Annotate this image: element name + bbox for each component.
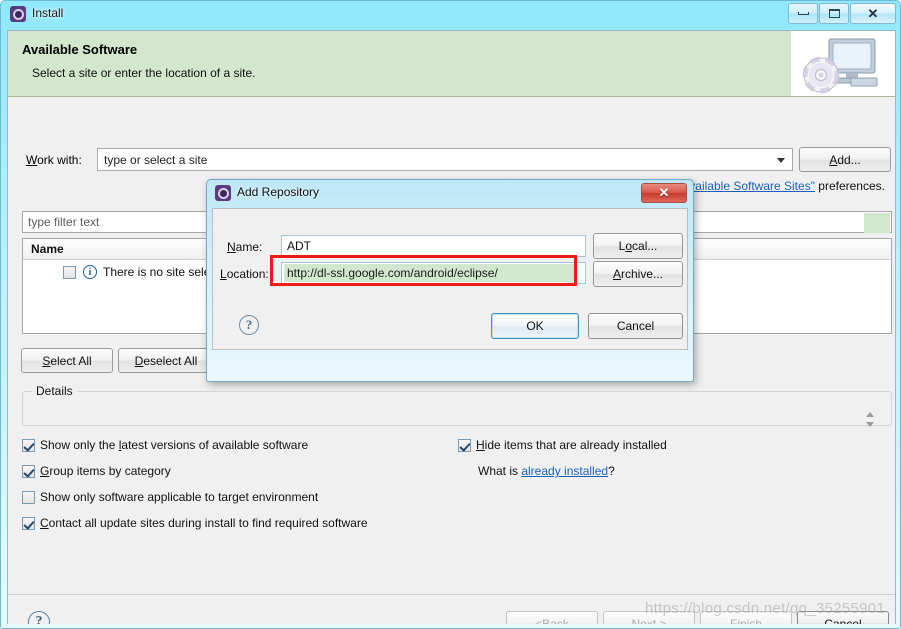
details-panel	[22, 391, 892, 426]
checkbox-box[interactable]	[458, 438, 471, 452]
already-installed-link[interactable]: already installed	[521, 464, 608, 478]
location-field-value: http://dl-ssl.google.com/android/eclipse…	[284, 264, 574, 282]
close-button[interactable]: ✕	[850, 3, 896, 24]
chevron-down-icon[interactable]	[777, 158, 785, 163]
checkbox-group-by-category[interactable]: Group items by category	[22, 464, 171, 478]
archive-button[interactable]: Archive...	[593, 261, 683, 287]
window-controls: ✕	[787, 3, 896, 24]
checkbox-show-latest-versions[interactable]: Show only the latest versions of availab…	[22, 438, 308, 452]
eclipse-gear-icon	[215, 185, 231, 201]
ok-button[interactable]: OK	[491, 313, 579, 339]
window-title: Install	[32, 6, 64, 20]
work-with-combo[interactable]: type or select a site	[97, 148, 793, 171]
add-button[interactable]: Add...	[799, 147, 891, 172]
wizard-banner: Available Software Select a site or ente…	[8, 31, 895, 97]
name-field-value: ADT	[287, 239, 311, 253]
what-is-suffix: ?	[608, 464, 615, 478]
add-repository-dialog: Add Repository ✕ Name: ADT Location: htt…	[206, 179, 694, 382]
checkbox-label: Contact all update sites during install …	[40, 516, 368, 530]
checkbox-label: Show only software applicable to target …	[40, 490, 319, 504]
watermark-text: https://blog.csdn.net/qq_35255901	[645, 600, 886, 617]
checkbox-box[interactable]	[22, 490, 35, 504]
question-mark-icon[interactable]: ?	[239, 315, 259, 335]
name-label: Name:	[227, 240, 263, 254]
checkbox-contact-all-update-sites[interactable]: Contact all update sites during install …	[22, 516, 368, 530]
tree-row-checkbox[interactable]	[63, 265, 76, 279]
dialog-cancel-button[interactable]: Cancel	[588, 313, 683, 339]
what-is-prefix: What is	[478, 464, 522, 478]
checkbox-box[interactable]	[22, 516, 35, 530]
checkbox-applicable-target-environment[interactable]: Show only software applicable to target …	[22, 490, 318, 504]
local-button[interactable]: Lo cal...	[593, 233, 683, 259]
computer-cd-icon	[791, 31, 895, 96]
location-label: Location:	[220, 267, 269, 281]
eclipse-gear-icon	[10, 6, 26, 22]
dialog-title: Add Repository	[237, 185, 320, 199]
what-is-already-installed: What is already installed?	[478, 464, 615, 478]
page-subtitle: Select a site or enter the location of a…	[32, 66, 256, 80]
filter-placeholder: type filter text	[28, 215, 100, 229]
checkbox-label: Hide items that are already installed	[476, 438, 667, 452]
details-legend: Details	[32, 384, 77, 398]
dialog-body: Name: ADT Location: http://dl-ssl.google…	[212, 208, 688, 350]
maximize-icon	[828, 9, 840, 18]
deselect-all-button[interactable]: Deselect All	[118, 348, 214, 373]
work-with-label: Work with:	[26, 153, 82, 167]
button-bar-divider	[8, 594, 895, 595]
checkbox-hide-already-installed[interactable]: Hide items that are already installed	[458, 438, 667, 452]
question-mark-icon[interactable]: ?	[28, 611, 50, 624]
window-titlebar[interactable]: Install ✕	[1, 1, 900, 30]
sites-hint-suffix: preferences.	[814, 179, 885, 193]
available-software-sites-link[interactable]: "Available Software Sites"	[677, 179, 815, 193]
location-field[interactable]: http://dl-ssl.google.com/android/eclipse…	[281, 262, 586, 284]
work-with-value: type or select a site	[104, 153, 208, 167]
minimize-button[interactable]	[788, 3, 818, 24]
select-all-button[interactable]: Select All	[21, 348, 113, 373]
dialog-close-button[interactable]: ✕	[641, 183, 687, 203]
back-button[interactable]: < Back	[506, 611, 598, 624]
minimize-icon	[797, 12, 809, 15]
info-icon: i	[83, 265, 97, 279]
checkbox-box[interactable]	[22, 464, 35, 478]
triangle-up-icon[interactable]	[865, 411, 874, 417]
close-icon: ✕	[867, 6, 879, 21]
checkbox-label: Show only the latest versions of availab…	[40, 438, 309, 452]
details-scrollbar[interactable]	[862, 409, 877, 429]
dialog-titlebar[interactable]: Add Repository ✕	[207, 180, 693, 207]
maximize-button[interactable]	[819, 3, 849, 24]
page-title: Available Software	[22, 42, 138, 57]
name-field[interactable]: ADT	[281, 235, 586, 257]
triangle-down-icon[interactable]	[865, 421, 874, 427]
filter-selection-highlight	[864, 213, 890, 233]
checkbox-label: Group items by category	[40, 464, 171, 478]
checkbox-box[interactable]	[22, 438, 35, 452]
